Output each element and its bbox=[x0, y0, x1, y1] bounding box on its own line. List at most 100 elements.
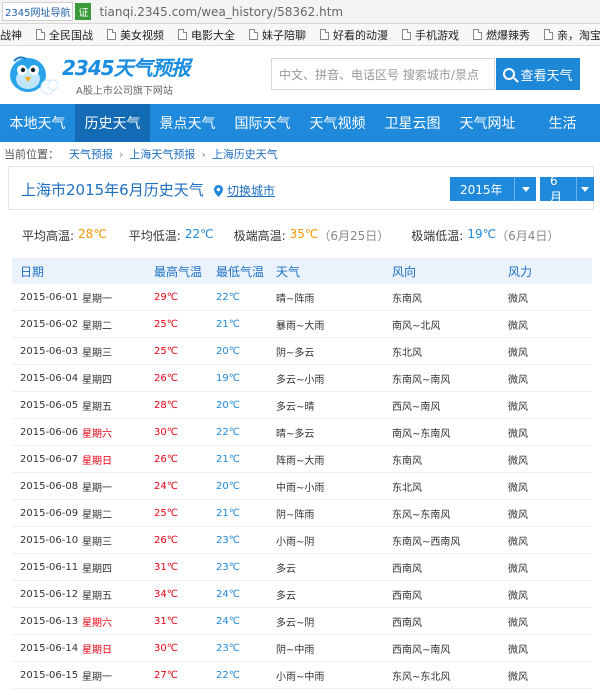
cell-date: 2015-06-02 bbox=[20, 318, 79, 330]
url-field[interactable]: tianqi.2345.com/wea_history/58362.htm bbox=[99, 5, 343, 19]
logo-subtitle: A股上市公司旗下网站 bbox=[76, 86, 173, 97]
table-row: 2015-06-01 星期一 29℃ 22℃ 晴~阵雨 东南风 微风 bbox=[12, 284, 592, 311]
cell-wind-direction: 东北风 bbox=[392, 347, 422, 359]
site-tag[interactable]: 2345网址导航 bbox=[2, 2, 74, 21]
bookmark-item[interactable]: 美女视频 bbox=[107, 27, 164, 43]
table-row: 2015-06-03 星期三 25℃ 20℃ 阴~多云 东北风 微风 bbox=[12, 338, 592, 365]
avg-high-value: 28℃ bbox=[78, 227, 107, 241]
bookmark-item[interactable]: 电影大全 bbox=[178, 27, 235, 43]
cell-high-temp: 26℃ bbox=[154, 453, 178, 465]
page-icon bbox=[544, 29, 553, 40]
page-icon bbox=[402, 29, 411, 40]
bookmarks-bar: 战神 全民国战 美女视频 电影大全 妹子陪聊 好看的动漫 手机游戏 燃爆辣秀 亲… bbox=[0, 24, 600, 46]
table-row: 2015-06-13 星期六 31℃ 24℃ 多云~阴 西南风 微风 bbox=[12, 608, 592, 635]
cell-weather: 阴~多云 bbox=[276, 347, 315, 359]
cert-badge[interactable]: 证 bbox=[75, 3, 92, 20]
cell-wind-direction: 西南风~南风 bbox=[392, 644, 451, 656]
cell-high-temp: 26℃ bbox=[154, 372, 178, 384]
cell-high-temp: 31℃ bbox=[154, 615, 178, 627]
nav-life[interactable]: 生活 bbox=[525, 104, 600, 142]
cell-date: 2015-06-05 bbox=[20, 399, 79, 411]
bookmark-label: 战神 bbox=[0, 28, 22, 42]
bookmark-label: 燃爆辣秀 bbox=[486, 28, 530, 42]
cell-wind-force: 微风 bbox=[508, 455, 528, 467]
cell-weather: 多云~阴 bbox=[276, 617, 315, 629]
max-high-label: 极端高温: bbox=[233, 229, 286, 243]
cell-weather: 暴雨~大雨 bbox=[276, 320, 325, 332]
cell-wind-direction: 东南风 bbox=[392, 455, 422, 467]
cell-weather: 晴~阵雨 bbox=[276, 293, 315, 305]
nav-international-weather[interactable]: 国际天气 bbox=[225, 104, 300, 142]
cell-weekday: 星期二 bbox=[82, 509, 112, 521]
max-high-date: （6月25日） bbox=[318, 229, 390, 243]
breadcrumb-link[interactable]: 上海历史天气 bbox=[212, 146, 278, 162]
cell-low-temp: 21℃ bbox=[216, 318, 240, 330]
cell-high-temp: 30℃ bbox=[154, 426, 178, 438]
page-icon bbox=[178, 29, 187, 40]
cell-weather: 晴~多云 bbox=[276, 428, 315, 440]
cell-low-temp: 22℃ bbox=[216, 426, 240, 438]
site-logo[interactable]: 2345天气预报 A股上市公司旗下网站 bbox=[6, 52, 191, 97]
nav-local-weather[interactable]: 本地天气 bbox=[0, 104, 75, 142]
cell-high-temp: 28℃ bbox=[154, 399, 178, 411]
bookmark-item[interactable]: 好看的动漫 bbox=[320, 27, 388, 43]
cell-weekday: 星期六 bbox=[82, 428, 112, 440]
bookmark-item[interactable]: 亲，淘宝 bbox=[544, 27, 600, 43]
cell-weather: 中雨~小雨 bbox=[276, 482, 325, 494]
bookmark-item[interactable]: 手机游戏 bbox=[402, 27, 459, 43]
year-select[interactable]: 2015年 bbox=[450, 177, 536, 201]
breadcrumb-link[interactable]: 天气预报 bbox=[69, 146, 113, 162]
switch-city-link[interactable]: 切换城市 bbox=[214, 182, 275, 199]
table-row: 2015-06-02 星期二 25℃ 21℃ 暴雨~大雨 南风~北风 微风 bbox=[12, 311, 592, 338]
cell-date: 2015-06-10 bbox=[20, 534, 79, 546]
cell-wind-force: 微风 bbox=[508, 617, 528, 629]
cell-weather: 阵雨~大雨 bbox=[276, 455, 325, 467]
bookmark-item[interactable]: 燃爆辣秀 bbox=[473, 27, 530, 43]
nav-satellite-cloud[interactable]: 卫星云图 bbox=[375, 104, 450, 142]
nav-scenic-weather[interactable]: 景点天气 bbox=[150, 104, 225, 142]
nav-history-weather[interactable]: 历史天气 bbox=[75, 104, 150, 142]
cell-weekday: 星期一 bbox=[82, 482, 112, 494]
search-button[interactable]: 查看天气 bbox=[496, 58, 580, 90]
cell-low-temp: 20℃ bbox=[216, 399, 240, 411]
bookmark-item[interactable]: 战神 bbox=[0, 27, 22, 43]
cell-high-temp: 29℃ bbox=[154, 291, 178, 303]
cell-weekday: 星期四 bbox=[82, 563, 112, 575]
cell-wind-direction: 东南风~西南风 bbox=[392, 536, 461, 548]
cell-wind-direction: 东风~东北风 bbox=[392, 671, 451, 683]
cell-wind-direction: 东南风~南风 bbox=[392, 374, 451, 386]
cell-wind-direction: 东南风 bbox=[392, 293, 422, 305]
bookmark-item[interactable]: 妹子陪聊 bbox=[249, 27, 306, 43]
page-icon bbox=[473, 29, 482, 40]
cell-weekday: 星期三 bbox=[82, 347, 112, 359]
breadcrumb-separator: › bbox=[201, 147, 206, 161]
table-row: 2015-06-14 星期日 30℃ 23℃ 阴~中雨 西南风~南风 微风 bbox=[12, 635, 592, 662]
nav-weather-sites[interactable]: 天气网址 bbox=[450, 104, 525, 142]
cell-high-temp: 30℃ bbox=[154, 642, 178, 654]
search-input[interactable]: 中文、拼音、电话区号 搜索城市/景点 bbox=[271, 58, 495, 90]
cell-low-temp: 23℃ bbox=[216, 561, 240, 573]
month-select-value: 6月 bbox=[550, 173, 563, 204]
bookmark-label: 好看的动漫 bbox=[333, 28, 388, 42]
min-low-value: 19℃ bbox=[467, 227, 497, 241]
table-row: 2015-06-09 星期二 25℃ 21℃ 阴~阵雨 东风~东南风 微风 bbox=[12, 500, 592, 527]
cell-wind-direction: 西风~南风 bbox=[392, 401, 441, 413]
cartoon-bird-logo-icon bbox=[10, 55, 58, 94]
chevron-down-icon bbox=[514, 177, 536, 201]
cell-weather: 多云~小雨 bbox=[276, 374, 325, 386]
cell-wind-force: 微风 bbox=[508, 401, 528, 413]
table-row: 2015-06-15 星期一 27℃ 22℃ 小雨~中雨 东风~东北风 微风 bbox=[12, 662, 592, 689]
cell-high-temp: 34℃ bbox=[154, 588, 178, 600]
bookmark-item[interactable]: 全民国战 bbox=[36, 27, 93, 43]
cell-date: 2015-06-07 bbox=[20, 453, 79, 465]
table-header: 日期 最高气温 最低气温 天气 风向 风力 bbox=[12, 258, 592, 284]
cell-weekday: 星期三 bbox=[82, 536, 112, 548]
header-date: 日期 bbox=[20, 264, 45, 279]
month-select[interactable]: 6月 bbox=[540, 174, 594, 204]
breadcrumb-link[interactable]: 上海天气预报 bbox=[129, 146, 195, 162]
table-row: 2015-06-11 星期四 31℃ 23℃ 多云 西南风 微风 bbox=[12, 554, 592, 581]
history-table: 日期 最高气温 最低气温 天气 风向 风力 2015-06-01 星期一 29℃ 22… bbox=[12, 258, 592, 689]
cell-high-temp: 26℃ bbox=[154, 534, 178, 546]
cell-low-temp: 22℃ bbox=[216, 669, 240, 681]
nav-weather-video[interactable]: 天气视频 bbox=[300, 104, 375, 142]
